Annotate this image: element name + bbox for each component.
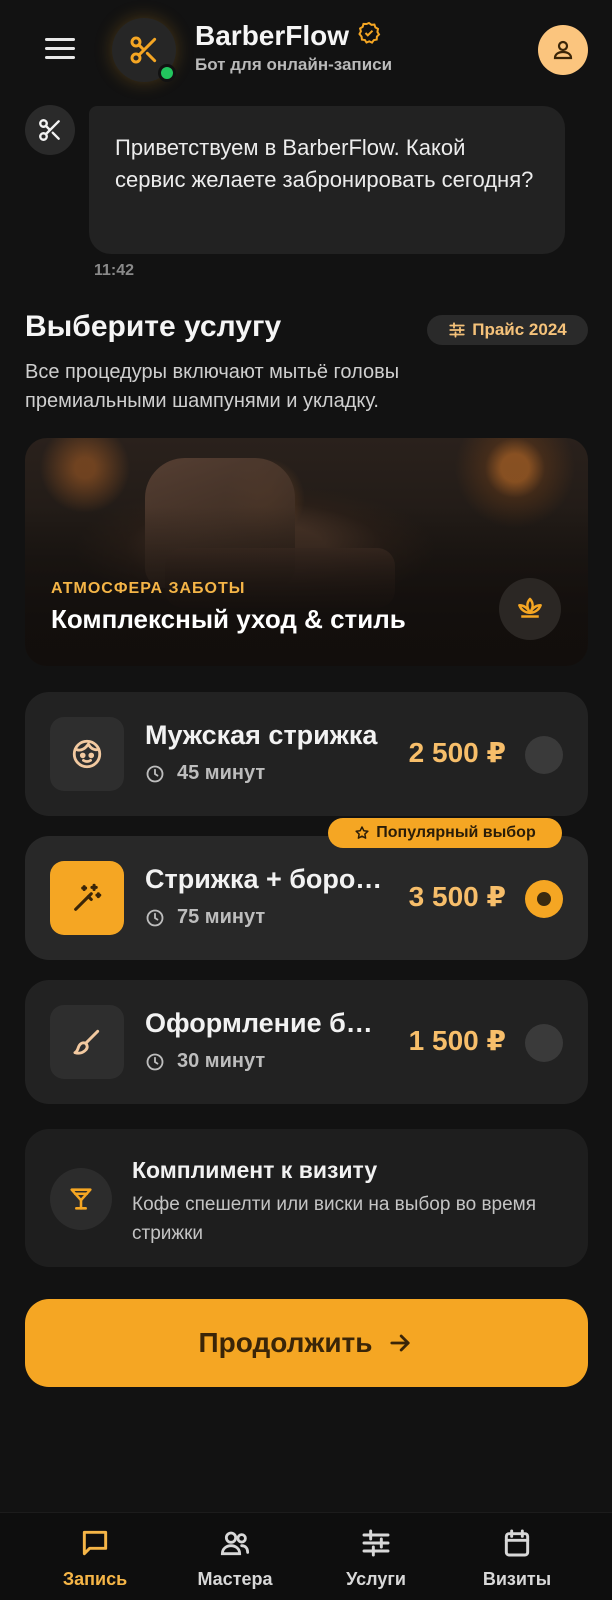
section-title: Выберите услугу bbox=[25, 310, 282, 343]
nav-label: Услуги bbox=[346, 1569, 406, 1589]
app-title: BarberFlow bbox=[195, 20, 381, 52]
menu-button[interactable] bbox=[40, 30, 80, 66]
section-description: Все процедуры включают мытьё головы прем… bbox=[25, 361, 400, 412]
clock-icon bbox=[146, 909, 164, 926]
service-name: Мужская стрижка bbox=[145, 720, 378, 750]
hero-banner: АТМОСФЕРА ЗАБОТЫ Комплексный уход & стил… bbox=[25, 438, 588, 666]
verified-badge-icon bbox=[357, 20, 381, 52]
popular-badge-label: Популярный выбор bbox=[376, 824, 536, 841]
hamburger-line bbox=[45, 55, 75, 59]
service-radio[interactable] bbox=[525, 1024, 563, 1062]
hero-tag: АТМОСФЕРА ЗАБОТЫ bbox=[51, 580, 246, 597]
magic-wand-icon bbox=[74, 883, 102, 911]
nav-item-visits[interactable]: Визиты bbox=[447, 1527, 587, 1590]
sliders-icon bbox=[362, 1529, 390, 1557]
service-duration-text: 75 минут bbox=[177, 906, 266, 928]
clock-icon bbox=[146, 765, 164, 782]
nav-item-booking[interactable]: Запись bbox=[25, 1527, 165, 1590]
service-card-haircut-beard[interactable]: Стрижка + борода 75 минут 3 500 ₽ bbox=[25, 836, 588, 960]
bottom-navigation: Запись Мастера Услуги Визиты bbox=[0, 1512, 612, 1600]
nav-item-masters[interactable]: Мастера bbox=[165, 1527, 305, 1590]
star-icon bbox=[355, 826, 369, 839]
service-card-haircut[interactable]: Мужская стрижка 45 минут 2 500 ₽ bbox=[25, 692, 588, 816]
hamburger-line bbox=[45, 46, 75, 50]
lotus-button[interactable] bbox=[499, 578, 561, 640]
clock-icon bbox=[146, 1053, 164, 1070]
price-list-badge-label: Прайс 2024 bbox=[472, 320, 567, 339]
app-title-text: BarberFlow bbox=[195, 20, 350, 51]
service-icon-box bbox=[50, 1005, 124, 1079]
service-radio-selected[interactable] bbox=[525, 880, 563, 918]
hamburger-line bbox=[45, 37, 75, 41]
compliment-title: Комплимент к визиту bbox=[132, 1157, 378, 1183]
brush-icon bbox=[73, 1029, 100, 1055]
compliment-card: Комплимент к визиту Кофе спешелти или ви… bbox=[25, 1129, 588, 1267]
cocktail-icon bbox=[70, 1188, 92, 1210]
chat-icon bbox=[82, 1530, 108, 1556]
service-duration-text: 30 минут bbox=[177, 1050, 266, 1072]
arrow-right-icon bbox=[390, 1334, 411, 1352]
service-price: 3 500 ₽ bbox=[408, 881, 506, 912]
nav-label: Визиты bbox=[482, 1569, 552, 1589]
service-duration-text: 45 минут bbox=[177, 762, 266, 784]
bot-avatar bbox=[25, 105, 75, 155]
calendar-icon bbox=[504, 1529, 530, 1557]
service-duration: 45 минут bbox=[145, 762, 265, 785]
user-icon bbox=[553, 40, 573, 60]
compliment-description: Кофе спешелти или виски на выбор во врем… bbox=[132, 1194, 537, 1244]
price-list-badge[interactable]: Прайс 2024 bbox=[427, 315, 588, 345]
service-icon-box bbox=[50, 717, 124, 791]
service-name: Стрижка + борода bbox=[145, 864, 383, 894]
service-name: Оформление бороды bbox=[145, 1008, 383, 1038]
service-price: 2 500 ₽ bbox=[408, 737, 506, 768]
hero-title: Комплексный уход & стиль bbox=[51, 604, 406, 634]
message-time: 11:42 bbox=[94, 262, 135, 279]
service-price: 1 500 ₽ bbox=[408, 1025, 506, 1056]
users-icon bbox=[220, 1531, 250, 1556]
app-subtitle: Бот для онлайн-записи bbox=[195, 55, 393, 74]
online-status-dot bbox=[158, 64, 176, 82]
profile-button[interactable] bbox=[538, 25, 588, 75]
app-header: BarberFlow Бот для онлайн-записи bbox=[0, 0, 612, 100]
lotus-icon bbox=[518, 597, 542, 618]
bot-message-bubble: Приветствуем в BarberFlow. Какой сервис … bbox=[89, 106, 565, 254]
compliment-icon-box bbox=[50, 1168, 112, 1230]
service-icon-box bbox=[50, 861, 124, 935]
nav-item-services[interactable]: Услуги bbox=[306, 1527, 446, 1590]
nav-label: Мастера bbox=[197, 1569, 273, 1589]
service-card-beard[interactable]: Оформление бороды 30 минут 1 500 ₽ bbox=[25, 980, 588, 1104]
nav-label: Запись bbox=[62, 1569, 128, 1589]
face-icon bbox=[72, 739, 102, 769]
continue-button[interactable]: Продолжить bbox=[25, 1299, 588, 1387]
continue-button-label: Продолжить bbox=[198, 1327, 373, 1358]
service-duration: 30 минут bbox=[145, 1050, 265, 1073]
popular-badge: Популярный выбор bbox=[328, 818, 562, 848]
service-radio[interactable] bbox=[525, 736, 563, 774]
service-duration: 75 минут bbox=[145, 906, 265, 929]
sliders-icon bbox=[449, 322, 465, 338]
scissors-icon bbox=[39, 119, 60, 141]
